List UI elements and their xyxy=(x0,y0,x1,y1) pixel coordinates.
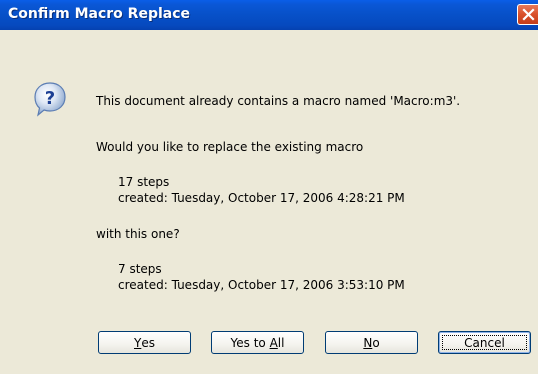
message-line-2: Would you like to replace the existing m… xyxy=(96,140,364,154)
close-icon xyxy=(522,8,535,21)
existing-macro-steps: 17 steps xyxy=(118,175,170,189)
confirm-macro-replace-dialog: Confirm Macro Replace ? This document al… xyxy=(0,0,538,374)
new-macro-created: created: Tuesday, October 17, 2006 3:53:… xyxy=(118,278,405,292)
new-macro-steps: 7 steps xyxy=(118,262,162,276)
svg-text:?: ? xyxy=(45,88,55,109)
message-line-3: with this one? xyxy=(96,227,180,241)
close-button[interactable] xyxy=(517,4,538,25)
message-line-1: This document already contains a macro n… xyxy=(96,94,461,108)
question-icon: ? xyxy=(34,82,66,117)
cancel-button[interactable]: Cancel xyxy=(438,331,531,354)
yes-to-all-button[interactable]: Yes to All xyxy=(211,331,304,354)
title-bar[interactable]: Confirm Macro Replace xyxy=(0,0,538,30)
existing-macro-created: created: Tuesday, October 17, 2006 4:28:… xyxy=(118,191,405,205)
window-title: Confirm Macro Replace xyxy=(8,6,191,22)
no-button[interactable]: No xyxy=(325,331,418,354)
yes-button[interactable]: Yes xyxy=(98,331,191,354)
